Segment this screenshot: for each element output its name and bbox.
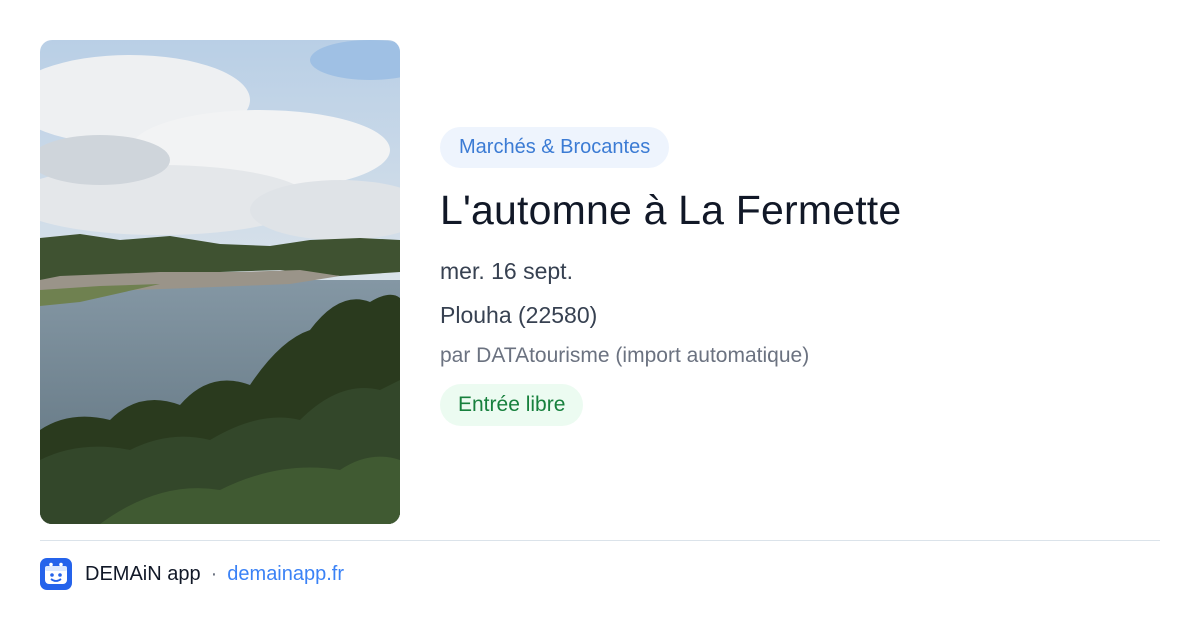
event-location: Plouha (22580) xyxy=(440,302,598,328)
app-website-link[interactable]: demainapp.fr xyxy=(227,563,344,586)
category-badge[interactable]: Marchés & Brocantes xyxy=(440,127,670,168)
event-photo xyxy=(40,40,400,524)
price-badge: Entrée libre xyxy=(440,384,584,426)
coastal-bay-photo-icon xyxy=(40,40,400,524)
event-date: mer. 16 sept. xyxy=(440,258,573,284)
event-title: L'automne à La Fermette xyxy=(440,187,902,233)
demain-app-logo-icon xyxy=(40,558,72,590)
event-source: par DATAtourisme (import automatique) xyxy=(440,344,810,367)
app-name: DEMAiN app xyxy=(85,562,201,585)
footer: DEMAiN app · demainapp.fr xyxy=(40,558,344,590)
event-info: Marchés & Brocantes L'automne à La Ferme… xyxy=(440,127,1160,426)
footer-separator: · xyxy=(210,562,218,585)
footer-divider xyxy=(40,540,1160,541)
